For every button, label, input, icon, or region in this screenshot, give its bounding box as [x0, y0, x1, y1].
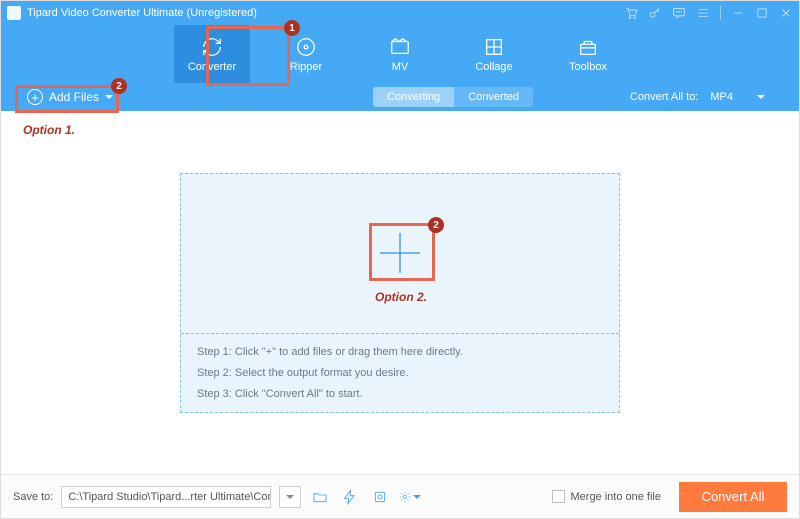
merge-checkbox[interactable]: Merge into one file [552, 490, 662, 503]
step-3-text: Step 3: Click "Convert All" to start. [197, 388, 603, 400]
status-segmented: Converting Converted [373, 87, 533, 107]
titlebar-left: Tipard Video Converter Ultimate (Unregis… [7, 6, 257, 20]
main-area: Step 1: Click "+" to add files or drag t… [1, 111, 799, 474]
tab-ripper-label: Ripper [290, 61, 322, 73]
save-to-path-field[interactable]: C:\Tipard Studio\Tipard...rter Ultimate\… [61, 486, 271, 508]
dropzone-top [181, 174, 619, 333]
save-to-dropdown-button[interactable] [279, 486, 301, 508]
ripper-icon [295, 36, 317, 58]
app-title: Tipard Video Converter Ultimate (Unregis… [27, 7, 257, 19]
tab-toolbox-label: Toolbox [569, 61, 607, 73]
titlebar: Tipard Video Converter Ultimate (Unregis… [1, 1, 799, 25]
convert-all-to: Convert All to: MP4 [630, 89, 783, 105]
settings-button[interactable] [399, 486, 421, 508]
nav-tabs: Converter Ripper MV Collage Toolbox [1, 25, 799, 83]
collage-icon [483, 36, 505, 58]
tab-converter[interactable]: Converter [174, 25, 250, 83]
merge-label: Merge into one file [571, 491, 662, 503]
checkbox-box-icon [552, 490, 565, 503]
add-files-caret-icon [105, 95, 113, 99]
open-folder-button[interactable] [309, 486, 331, 508]
key-icon[interactable] [648, 6, 662, 20]
tab-mv-label: MV [392, 61, 409, 73]
app-window: Tipard Video Converter Ultimate (Unregis… [0, 0, 800, 519]
save-to-label: Save to: [13, 491, 53, 503]
dropzone-steps: Step 1: Click "+" to add files or drag t… [181, 334, 619, 412]
add-file-plus-button[interactable] [375, 228, 425, 278]
chevron-down-icon [413, 495, 421, 499]
minimize-icon[interactable] [731, 6, 745, 20]
subbar: + Add Files Converting Converted Convert… [1, 83, 799, 111]
app-logo-icon [7, 6, 21, 20]
tab-converting[interactable]: Converting [373, 87, 454, 107]
gpu-button[interactable] [369, 486, 391, 508]
add-files-label: Add Files [49, 90, 99, 104]
speed-button[interactable] [339, 486, 361, 508]
chevron-down-icon [286, 495, 294, 499]
close-icon[interactable] [779, 6, 793, 20]
output-format-select[interactable]: MP4 [706, 89, 783, 105]
titlebar-separator [720, 6, 721, 20]
add-files-plus-icon: + [27, 89, 43, 105]
cart-icon[interactable] [624, 6, 638, 20]
maximize-icon[interactable] [755, 6, 769, 20]
tab-ripper[interactable]: Ripper [268, 25, 344, 83]
step-1-text: Step 1: Click "+" to add files or drag t… [197, 346, 603, 358]
format-caret-icon [757, 95, 765, 99]
footer: Save to: C:\Tipard Studio\Tipard...rter … [1, 474, 799, 518]
menu-icon[interactable] [696, 6, 710, 20]
titlebar-right [624, 6, 793, 20]
save-to-path-value: C:\Tipard Studio\Tipard...rter Ultimate\… [68, 491, 271, 503]
converter-icon [201, 36, 223, 58]
tab-collage-label: Collage [475, 61, 512, 73]
tab-toolbox[interactable]: Toolbox [550, 25, 626, 83]
toolbox-icon [577, 36, 599, 58]
dropzone[interactable]: Step 1: Click "+" to add files or drag t… [180, 173, 620, 413]
step-2-text: Step 2: Select the output format you des… [197, 367, 603, 379]
feedback-icon[interactable] [672, 6, 686, 20]
mv-icon [389, 36, 411, 58]
plus-icon [375, 228, 425, 278]
add-files-button[interactable]: + Add Files [17, 85, 123, 109]
tab-mv[interactable]: MV [362, 25, 438, 83]
convert-all-to-label: Convert All to: [630, 91, 698, 103]
convert-all-button[interactable]: Convert All [679, 482, 787, 512]
tab-converted[interactable]: Converted [454, 87, 533, 107]
tab-converter-label: Converter [188, 61, 236, 73]
tab-collage[interactable]: Collage [456, 25, 532, 83]
output-format-value: MP4 [710, 91, 733, 103]
